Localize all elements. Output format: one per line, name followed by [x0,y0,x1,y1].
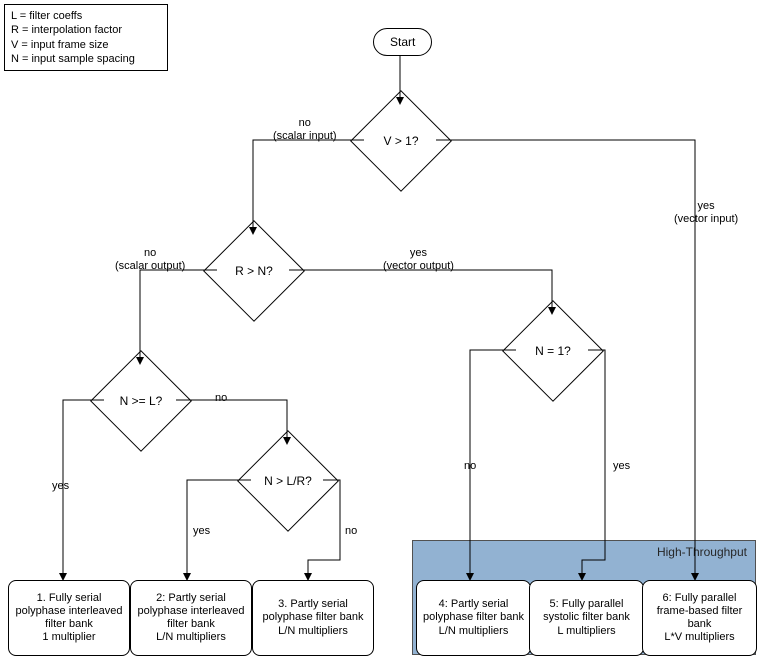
outcome-1: 1. Fully serial polyphase interleaved fi… [8,580,130,656]
outcome-3: 3. Partly serial polyphase filter bankL/… [252,580,374,656]
outcome-4-text: 4: Partly serial polyphase filter bankL/… [421,598,526,638]
outcome-2-text: 2: Partly serial polyphase interleaved f… [135,592,247,645]
decision-n-gt-lr: N > L/R? [237,430,339,532]
legend-line-1: L = filter coeffs [11,9,161,23]
edge-n1-yes: yes [613,460,630,473]
outcome-6: 6: Fully parallel frame-based filter ban… [642,580,757,656]
outcome-5: 5: Fully parallel systolic filter bankL … [529,580,644,656]
region-title: High-Throughput [657,545,747,559]
edge-n1-no: no [464,460,476,473]
flowchart-canvas: L = filter coeffs R = interpolation fact… [0,0,762,661]
decision-r-gt-n: R > N? [203,220,305,322]
edge-v-yes-text: yes [674,200,738,213]
decision-n-ge-l-text: N >= L? [96,394,186,408]
edge-v-yes-sub: (vector input) [674,213,738,226]
decision-n-ge-l: N >= L? [90,350,192,452]
start-node: Start [373,28,432,56]
legend-line-3: V = input frame size [11,38,161,52]
edge-v-yes: yes (vector input) [674,200,738,226]
edge-v-no: no (scalar input) [273,117,337,143]
edge-nlr-yes: yes [193,525,210,538]
edge-rn-yes-text: yes [383,247,454,260]
outcome-5-text: 5: Fully parallel systolic filter bankL … [534,598,639,638]
legend-line-2: R = interpolation factor [11,23,161,37]
outcome-2: 2: Partly serial polyphase interleaved f… [130,580,252,656]
edge-rn-no-sub: (scalar output) [115,260,185,273]
decision-n-eq-1-text: N = 1? [508,344,598,358]
decision-v-gt-1: V > 1? [350,90,452,192]
outcome-4: 4: Partly serial polyphase filter bankL/… [416,580,531,656]
edge-nl-no: no [215,392,227,405]
outcome-3-text: 3. Partly serial polyphase filter bankL/… [257,598,369,638]
edge-v-no-text: no [273,117,337,130]
edge-rn-yes: yes (vector output) [383,247,454,273]
edge-rn-yes-sub: (vector output) [383,260,454,273]
outcome-1-text: 1. Fully serial polyphase interleaved fi… [13,592,125,645]
outcome-6-text: 6: Fully parallel frame-based filter ban… [647,592,752,645]
decision-n-gt-lr-text: N > L/R? [243,474,333,488]
decision-n-eq-1: N = 1? [502,300,604,402]
decision-r-gt-n-text: R > N? [209,264,299,278]
edge-rn-no-text: no [115,247,185,260]
edge-nlr-no: no [345,525,357,538]
start-label: Start [390,35,415,49]
edge-v-no-sub: (scalar input) [273,130,337,143]
decision-v-gt-1-text: V > 1? [356,134,446,148]
edge-nl-yes: yes [52,480,69,493]
edge-rn-no: no (scalar output) [115,247,185,273]
legend-line-4: N = input sample spacing [11,52,161,66]
legend-box: L = filter coeffs R = interpolation fact… [4,4,168,71]
